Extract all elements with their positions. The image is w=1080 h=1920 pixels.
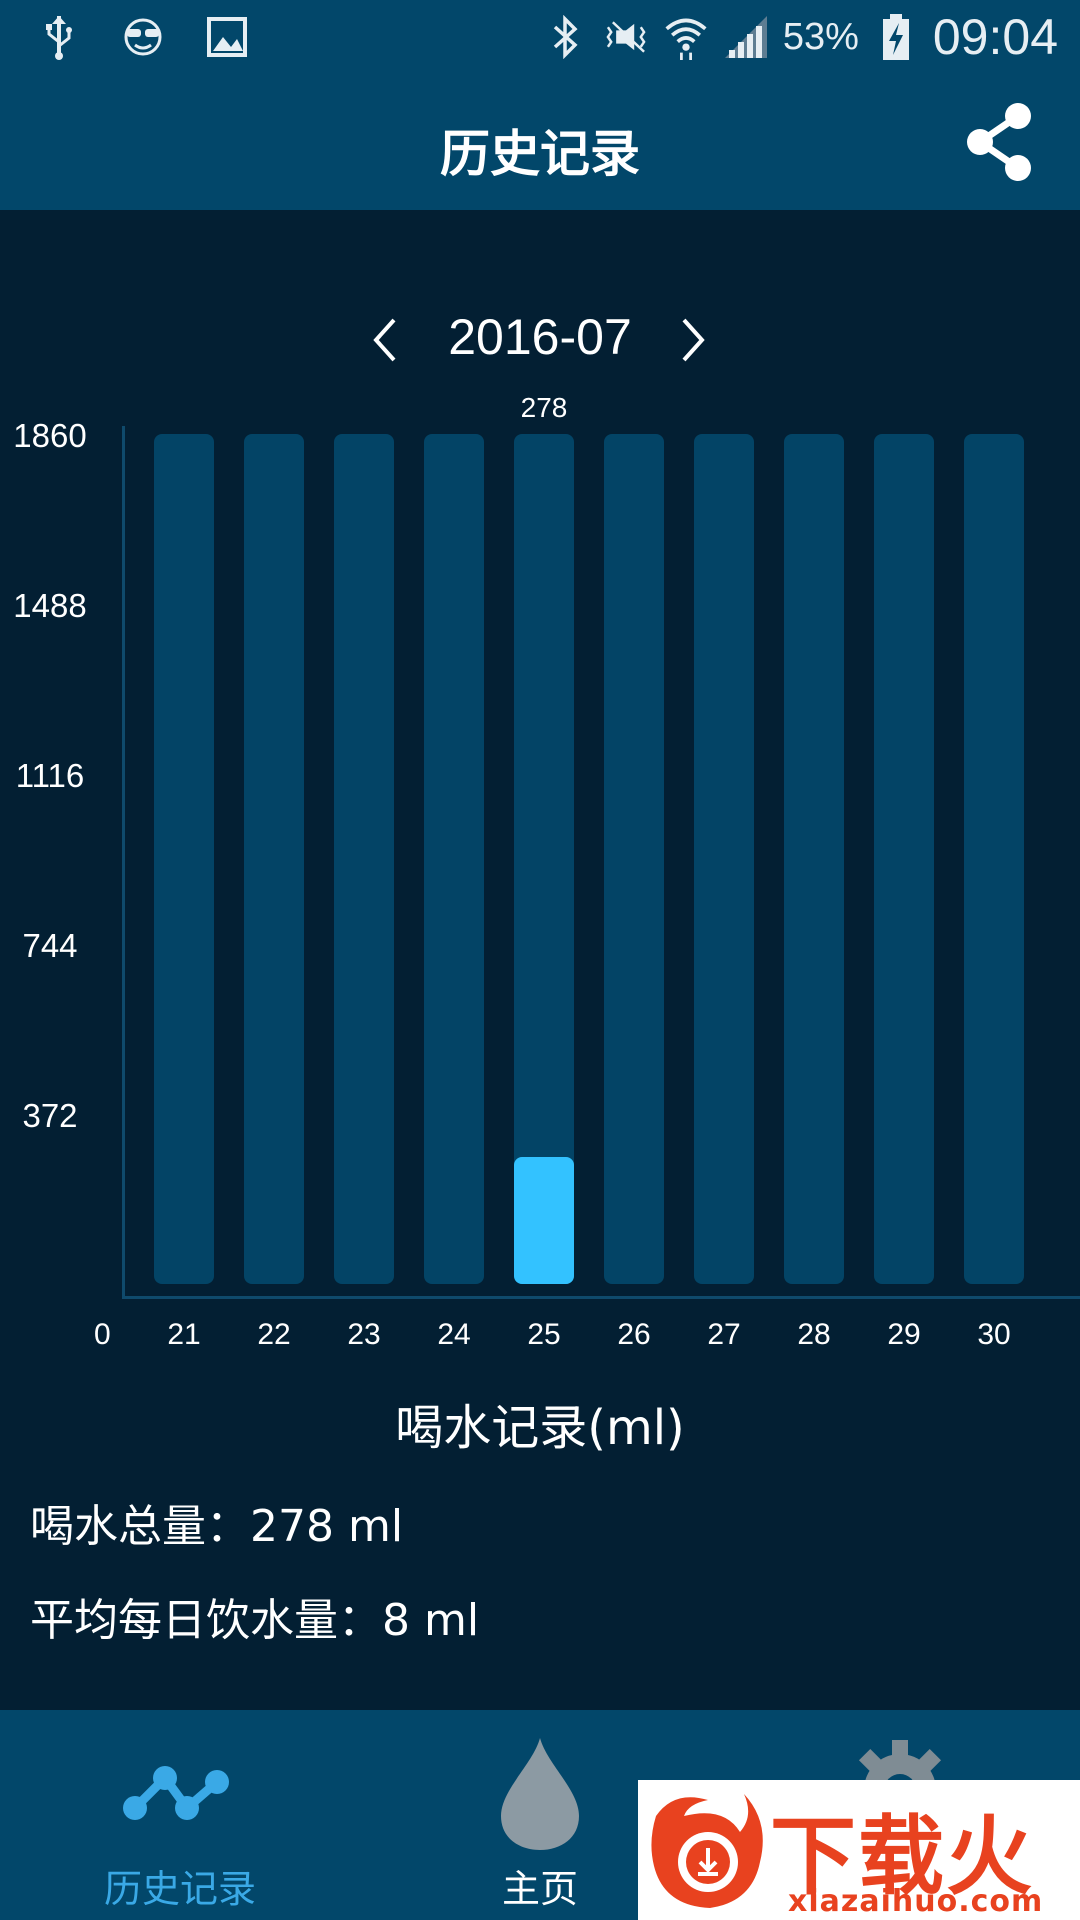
x-axis-line <box>122 1296 1080 1299</box>
total-water-stat: 喝水总量：278 ml <box>30 1501 404 1552</box>
bluetooth-icon <box>543 14 589 60</box>
bar-track <box>964 434 1024 1284</box>
history-chart-icon <box>115 1734 245 1854</box>
y-tick-label: 372 <box>22 1097 78 1134</box>
share-icon <box>967 103 1031 181</box>
x-tick-label: 26 <box>617 1318 651 1351</box>
y-tick-label: 1860 <box>13 417 87 454</box>
bar-track <box>874 434 934 1284</box>
x-tick-label: 21 <box>167 1318 201 1351</box>
bar-track <box>784 434 844 1284</box>
x-tick-label: 20 <box>77 1318 111 1351</box>
next-month-button[interactable] <box>668 310 718 370</box>
bar-track <box>694 434 754 1284</box>
previous-month-button[interactable] <box>360 310 410 370</box>
y-axis-line <box>122 426 125 1298</box>
app-bar: 历史记录 <box>0 76 1080 210</box>
bar-track <box>244 434 304 1284</box>
usb-icon <box>36 14 82 60</box>
glasses-icon <box>120 14 166 60</box>
y-tick-label: 1488 <box>13 587 87 624</box>
bar-track <box>424 434 484 1284</box>
page-title: 历史记录 <box>440 125 640 183</box>
x-tick-label: 28 <box>797 1318 831 1351</box>
signal-icon <box>723 14 769 60</box>
y-tick-label: 1116 <box>15 757 85 794</box>
x-tick-label: 29 <box>887 1318 921 1351</box>
share-button[interactable] <box>960 98 1040 188</box>
nav-label-history: 历史记录 <box>103 1867 256 1911</box>
chevron-left-icon <box>373 318 396 362</box>
bar-track <box>154 434 214 1284</box>
water-drop-icon <box>475 1734 605 1854</box>
x-tick-label: 25 <box>527 1318 561 1351</box>
watermark-logo <box>644 1786 774 1916</box>
bar-track <box>604 434 664 1284</box>
battery-charging-icon <box>873 14 919 60</box>
chart-plot-area[interactable] <box>122 400 1080 1300</box>
gallery-icon <box>204 14 250 60</box>
x-tick-label: 24 <box>437 1318 471 1351</box>
wifi-icon <box>663 14 709 60</box>
month-label: 2016-07 <box>448 309 632 365</box>
daily-water-chart[interactable]: 1860 1488 1116 744 372 20 21 22 23 24 25 26 27 28 29 30… <box>0 392 1080 1360</box>
watermark-url: xiazaihuo.com <box>788 1884 1044 1919</box>
vibrate-mute-icon <box>603 14 649 60</box>
chart-caption: 喝水记录(ml) <box>395 1400 685 1456</box>
watermark: 下载火 xiazaihuo.com <box>638 1780 1080 1920</box>
chevron-right-icon <box>682 318 705 362</box>
battery-percent: 53% <box>782 15 859 58</box>
bar-value[interactable] <box>514 1156 574 1284</box>
nav-item-history[interactable]: 历史记录 <box>0 1710 360 1920</box>
x-tick-label: 23 <box>347 1318 381 1351</box>
bar-data-label: 278 <box>520 392 568 423</box>
average-water-stat: 平均每日饮水量：8 ml <box>30 1595 480 1646</box>
y-tick-label: 744 <box>22 927 78 964</box>
bar-track <box>334 434 394 1284</box>
x-tick-label: 22 <box>257 1318 291 1351</box>
x-tick-label: 27 <box>707 1318 741 1351</box>
month-selector: 2016-07 <box>0 300 1080 380</box>
x-tick-label: 30 <box>977 1318 1011 1351</box>
clock: 09:04 <box>932 9 1058 65</box>
status-bar: 53% 09:04 <box>0 0 1080 76</box>
